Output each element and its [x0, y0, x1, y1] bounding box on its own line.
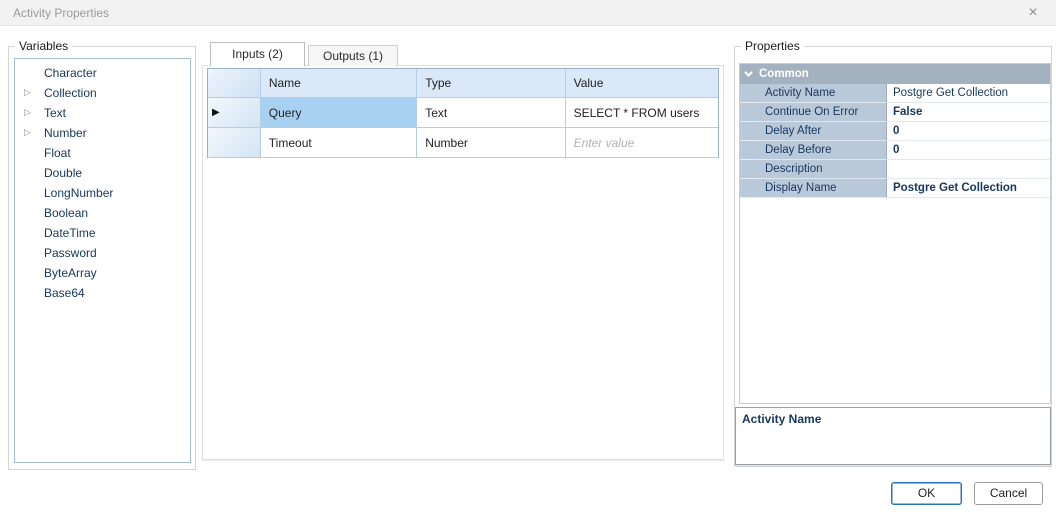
table-row-timeout: Timeout Number Enter value	[208, 128, 718, 158]
inputs-table: Name Type Value ▶ Query Text SELECT * FR…	[207, 68, 719, 158]
property-help-pane: Activity Name	[735, 407, 1051, 465]
expander-icon	[24, 203, 38, 223]
expander-icon	[24, 243, 38, 263]
tree-item-float[interactable]: Float	[15, 143, 190, 163]
property-row-continue-on-error: Continue On Error False	[740, 103, 1050, 122]
tree-item-label: LongNumber	[44, 186, 113, 200]
tree-item-label: Text	[44, 106, 66, 120]
property-grid: Common Activity Name Postgre Get Collect…	[739, 63, 1051, 404]
property-value[interactable]: 0	[886, 141, 1050, 160]
tabstrip: Inputs (2) Outputs (1)	[202, 42, 398, 66]
property-value[interactable]: Postgre Get Collection	[886, 179, 1050, 198]
tree-item-label: Base64	[44, 286, 85, 300]
variables-tree: Character ▷ Collection ▷ Text ▷ Number F…	[14, 58, 191, 463]
expander-icon	[24, 183, 38, 203]
tree-item-label: Collection	[44, 86, 97, 100]
tree-item-label: Boolean	[44, 206, 88, 220]
properties-groupbox: Properties Common Activity Name Postgre …	[734, 46, 1052, 467]
close-icon[interactable]: ×	[1018, 0, 1048, 26]
row-selector-cell[interactable]: ▶	[208, 98, 260, 128]
property-value[interactable]: False	[886, 103, 1050, 122]
tab-outputs[interactable]: Outputs (1)	[308, 45, 398, 66]
tree-item-collection[interactable]: ▷ Collection	[15, 83, 190, 103]
expander-icon	[24, 223, 38, 243]
tree-item-password[interactable]: Password	[15, 243, 190, 263]
tab-inputs[interactable]: Inputs (2)	[210, 42, 305, 66]
tree-item-label: DateTime	[44, 226, 96, 240]
ok-button[interactable]: OK	[891, 482, 962, 505]
cell-type[interactable]: Text	[416, 98, 564, 128]
property-label[interactable]: Delay After	[759, 122, 886, 141]
variables-group-label: Variables	[15, 39, 72, 53]
tree-item-base64[interactable]: Base64	[15, 283, 190, 303]
property-value[interactable]	[886, 160, 1050, 179]
section-label: Common	[759, 68, 809, 80]
property-help-title: Activity Name	[736, 408, 1050, 430]
column-header-type[interactable]: Type	[416, 69, 564, 98]
expander-icon	[24, 143, 38, 163]
cell-name[interactable]: Timeout	[260, 128, 416, 158]
tree-item-label: Password	[44, 246, 97, 260]
property-label[interactable]: Continue On Error	[759, 103, 886, 122]
cell-type[interactable]: Number	[416, 128, 564, 158]
tree-item-label: Float	[44, 146, 71, 160]
tree-item-text[interactable]: ▷ Text	[15, 103, 190, 123]
tree-item-label: Number	[44, 126, 87, 140]
tree-item-bytearray[interactable]: ByteArray	[15, 263, 190, 283]
property-label[interactable]: Activity Name	[759, 84, 886, 103]
row-gutter	[740, 84, 759, 103]
tree-item-double[interactable]: Double	[15, 163, 190, 183]
property-value[interactable]: 0	[886, 122, 1050, 141]
row-gutter	[740, 160, 759, 179]
property-row-delay-after: Delay After 0	[740, 122, 1050, 141]
property-row-delay-before: Delay Before 0	[740, 141, 1050, 160]
table-header-row: Name Type Value	[208, 69, 718, 98]
table-row-query: ▶ Query Text SELECT * FROM users	[208, 98, 718, 128]
dialog-titlebar: Activity Properties ×	[0, 0, 1056, 26]
tree-item-label: Double	[44, 166, 82, 180]
property-row-description: Description	[740, 160, 1050, 179]
collapse-chevron-icon[interactable]	[740, 71, 759, 77]
property-label[interactable]: Display Name	[759, 179, 886, 198]
column-header-value[interactable]: Value	[565, 69, 718, 98]
row-gutter	[740, 141, 759, 160]
property-label[interactable]: Description	[759, 160, 886, 179]
expander-icon[interactable]: ▷	[24, 103, 38, 123]
row-selector-header[interactable]	[208, 69, 260, 98]
column-header-name[interactable]: Name	[260, 69, 416, 98]
tree-item-number[interactable]: ▷ Number	[15, 123, 190, 143]
row-selector-cell[interactable]	[208, 128, 260, 158]
cell-value[interactable]: SELECT * FROM users	[565, 98, 718, 128]
property-row-display-name: Display Name Postgre Get Collection	[740, 179, 1050, 198]
tree-item-boolean[interactable]: Boolean	[15, 203, 190, 223]
row-gutter	[740, 122, 759, 141]
tree-item-longnumber[interactable]: LongNumber	[15, 183, 190, 203]
expander-icon	[24, 63, 38, 83]
property-row-activity-name: Activity Name Postgre Get Collection	[740, 84, 1050, 103]
cell-value-placeholder[interactable]: Enter value	[565, 128, 718, 158]
variables-groupbox: Variables Character ▷ Collection ▷ Text …	[8, 46, 196, 470]
tree-item-datetime[interactable]: DateTime	[15, 223, 190, 243]
cell-name[interactable]: Query	[260, 98, 416, 128]
row-gutter	[740, 179, 759, 198]
property-label[interactable]: Delay Before	[759, 141, 886, 160]
expander-icon	[24, 283, 38, 303]
tree-item-character[interactable]: Character	[15, 63, 190, 83]
section-header-common[interactable]: Common	[740, 64, 1050, 84]
dialog-title: Activity Properties	[13, 0, 109, 26]
current-row-arrow-icon: ▶	[212, 107, 220, 118]
expander-icon	[24, 263, 38, 283]
expander-icon[interactable]: ▷	[24, 123, 38, 143]
row-gutter	[740, 103, 759, 122]
expander-icon[interactable]: ▷	[24, 83, 38, 103]
properties-group-label: Properties	[741, 39, 804, 53]
inputs-tab-page: Name Type Value ▶ Query Text SELECT * FR…	[202, 65, 724, 460]
expander-icon	[24, 163, 38, 183]
tree-item-label: ByteArray	[44, 266, 97, 280]
property-value[interactable]: Postgre Get Collection	[886, 84, 1050, 103]
tree-item-label: Character	[44, 66, 97, 80]
cancel-button[interactable]: Cancel	[974, 482, 1043, 505]
